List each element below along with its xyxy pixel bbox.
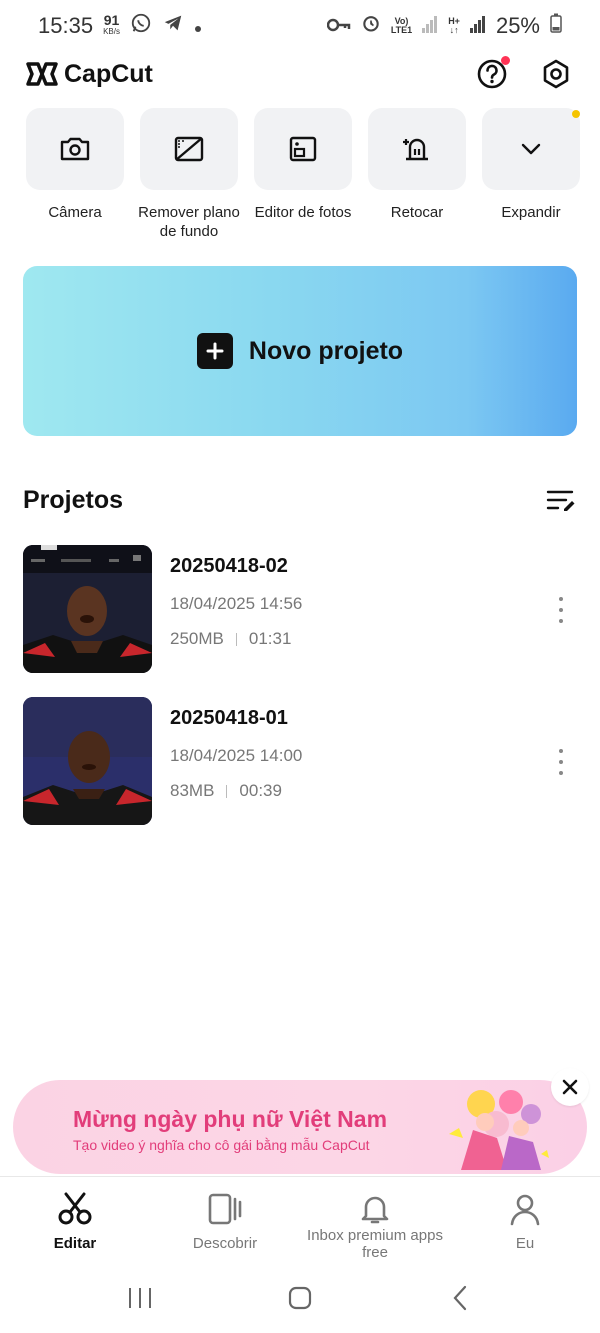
- quick-tools: Câmera Remover plano de fundo Editor de …: [23, 108, 583, 241]
- scissors-icon: [57, 1191, 93, 1227]
- tool-retouch[interactable]: Retocar: [365, 108, 469, 241]
- home-button[interactable]: [280, 1278, 320, 1318]
- volte-indicator: Vo) LTE1: [390, 16, 413, 35]
- tool-photo-editor[interactable]: Editor de fotos: [251, 108, 355, 241]
- status-bar: 15:35 91 KB/s Vo) LTE1 H+ ↓↑ 25%: [0, 0, 600, 52]
- project-item[interactable]: 20250418-02 18/04/2025 14:56 250MB 01:31: [23, 545, 577, 673]
- project-date: 18/04/2025 14:56: [170, 594, 303, 613]
- banner-subtitle: Tạo video ý nghĩa cho cô gái bằng mẫu Ca…: [73, 1137, 370, 1153]
- system-navigation: [0, 1262, 600, 1333]
- tool-camera[interactable]: Câmera: [23, 108, 127, 241]
- battery-icon: [550, 13, 562, 39]
- tool-expand[interactable]: Expandir: [479, 108, 583, 241]
- project-meta: 250MB 01:31: [170, 629, 302, 649]
- banner-title: Mừng ngày phụ nữ Việt Nam: [73, 1106, 388, 1132]
- project-thumbnail[interactable]: [23, 697, 152, 825]
- recent-apps-icon: [129, 1287, 151, 1308]
- network-speed: 91 KB/s: [103, 12, 120, 36]
- nav-inbox[interactable]: Inbox premium apps free: [300, 1177, 450, 1262]
- notification-dot-icon: [194, 13, 202, 39]
- project-name: 20250418-02: [170, 555, 288, 577]
- bottom-navigation: Editar Descobrir Inbox premium apps free…: [0, 1176, 600, 1262]
- settings-icon: [543, 59, 569, 89]
- meta-divider: [226, 784, 228, 798]
- alarm-icon: [361, 13, 381, 39]
- meta-divider: [235, 632, 237, 646]
- new-project-button[interactable]: Novo projeto: [23, 266, 577, 436]
- project-thumbnail[interactable]: [23, 545, 152, 673]
- nav-edit[interactable]: Editar: [0, 1177, 150, 1262]
- projects-header: Projetos: [23, 484, 577, 516]
- profile-icon: [507, 1191, 543, 1227]
- project-item[interactable]: 20250418-01 18/04/2025 14:00 83MB 00:39: [23, 697, 577, 825]
- app-header: CapCut: [0, 52, 600, 96]
- battery-percent: 25%: [495, 13, 540, 38]
- status-time: 15:35: [38, 13, 94, 38]
- edit-list-icon: [546, 490, 575, 511]
- recent-apps-button[interactable]: [120, 1278, 160, 1318]
- project-size: 83MB: [170, 781, 215, 800]
- tool-label: Expandir: [501, 204, 561, 221]
- bell-icon: [357, 1191, 393, 1227]
- tool-label: Câmera: [48, 204, 102, 221]
- project-date: 18/04/2025 14:00: [170, 746, 303, 765]
- home-icon: [288, 1286, 312, 1309]
- back-button[interactable]: [440, 1278, 480, 1318]
- signal-2-icon: [469, 13, 486, 39]
- help-notification-dot: [501, 56, 510, 65]
- tool-label: Remover plano de fundo: [138, 204, 240, 240]
- more-options-icon[interactable]: [555, 749, 567, 775]
- signal-icon: [422, 13, 438, 39]
- help-button[interactable]: [474, 56, 510, 92]
- capcut-logo: CapCut: [26, 60, 153, 89]
- settings-button[interactable]: [538, 56, 574, 92]
- project-duration: 00:39: [239, 781, 282, 800]
- tool-label: Editor de fotos: [254, 204, 352, 221]
- more-options-icon[interactable]: [555, 597, 567, 623]
- photo-editor-icon: [289, 136, 317, 162]
- manage-projects-button[interactable]: [545, 484, 577, 516]
- projects-title: Projetos: [23, 485, 124, 514]
- banner-illustration: [449, 1090, 549, 1170]
- banner-close-button[interactable]: [551, 1068, 589, 1106]
- nav-label: Eu: [515, 1235, 535, 1252]
- project-meta: 83MB 00:39: [170, 781, 302, 801]
- nav-discover[interactable]: Descobrir: [150, 1177, 300, 1262]
- plus-icon: [196, 333, 233, 369]
- close-icon: [562, 1079, 578, 1095]
- project-duration: 01:31: [248, 629, 292, 648]
- nav-label: Inbox premium apps free: [307, 1227, 443, 1261]
- chevron-down-icon: [521, 143, 541, 155]
- nav-label: Descobrir: [192, 1235, 258, 1252]
- tool-remove-background[interactable]: Remover plano de fundo: [137, 108, 241, 241]
- nav-label: Editar: [53, 1235, 97, 1252]
- hplus-indicator: H+ ↓↑: [448, 16, 460, 35]
- new-project-label: Novo projeto: [248, 336, 404, 365]
- capcut-logo-icon: [26, 62, 58, 86]
- vpn-key-icon: [326, 13, 351, 39]
- promo-banner[interactable]: Mừng ngày phụ nữ Việt Nam Tạo video ý ng…: [13, 1068, 589, 1174]
- app-name: CapCut: [64, 59, 153, 88]
- tool-label: Retocar: [390, 204, 444, 221]
- expand-notification-dot: [572, 110, 580, 118]
- project-name: 20250418-01: [170, 707, 288, 729]
- project-size: 250MB: [170, 629, 224, 648]
- remove-background-icon: [174, 136, 204, 162]
- camera-icon: [60, 137, 90, 161]
- back-icon: [453, 1285, 467, 1310]
- whatsapp-icon: [130, 12, 152, 40]
- retouch-icon: [403, 138, 428, 161]
- telegram-icon: [162, 12, 184, 40]
- nav-profile[interactable]: Eu: [450, 1177, 600, 1262]
- discover-icon: [207, 1191, 243, 1227]
